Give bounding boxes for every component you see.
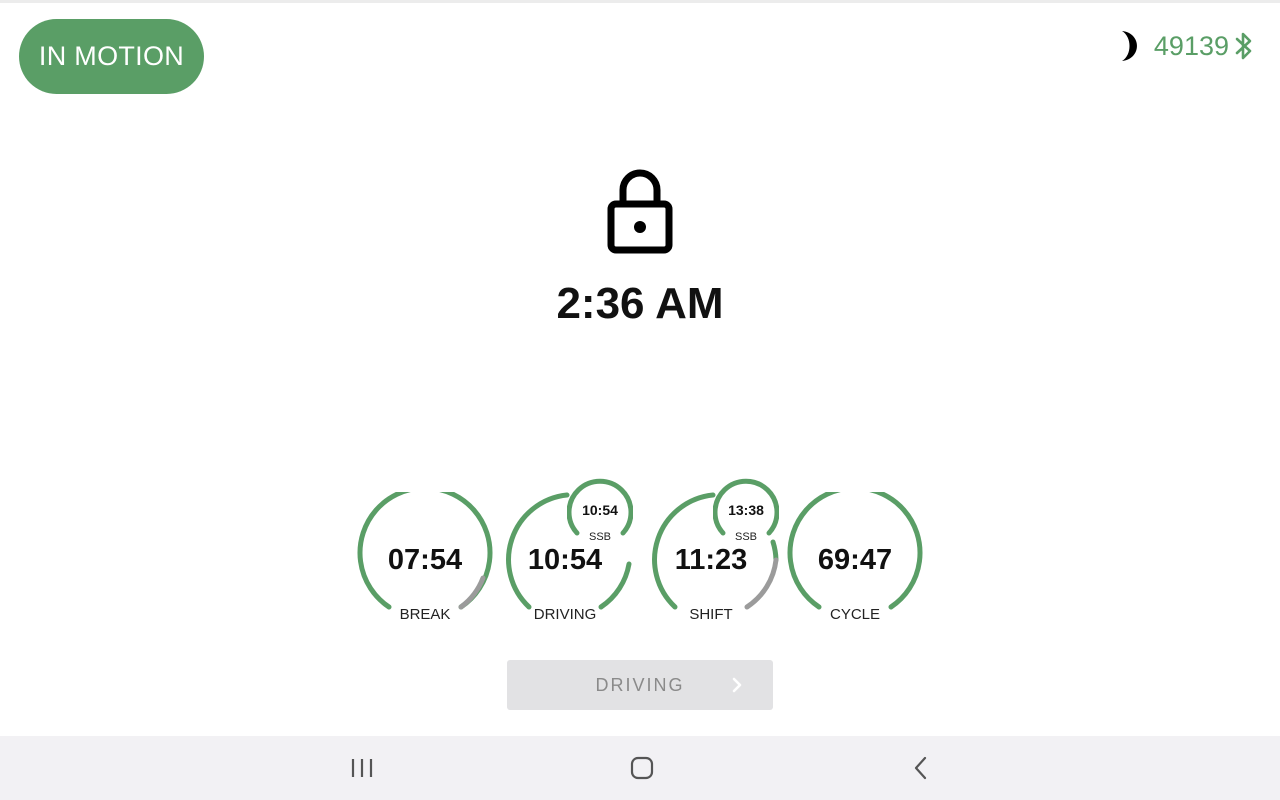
lock-time: 2:36 AM bbox=[556, 279, 724, 328]
home-icon bbox=[630, 756, 654, 780]
driving-ssb-gauge: 10:54 SSB bbox=[567, 477, 633, 543]
cycle-time: 69:47 bbox=[817, 544, 893, 576]
device-id: 49139 bbox=[1153, 31, 1229, 61]
cycle-label: CYCLE bbox=[829, 606, 881, 623]
duty-status-button[interactable]: DRIVING bbox=[507, 660, 773, 710]
in-motion-badge: IN MOTION bbox=[19, 19, 204, 94]
shift-ssb-label: SSB bbox=[734, 531, 757, 543]
lock-icon bbox=[607, 169, 673, 254]
break-label: BREAK bbox=[399, 606, 451, 623]
shift-ssb-gauge: 13:38 SSB bbox=[713, 477, 779, 543]
bluetooth-icon bbox=[1235, 32, 1252, 60]
recents-button[interactable] bbox=[342, 750, 382, 786]
shift-label: SHIFT bbox=[689, 606, 733, 623]
back-button[interactable] bbox=[901, 750, 941, 786]
system-nav-bar bbox=[0, 736, 1280, 800]
cycle-gauge: 69:47 CYCLE bbox=[787, 492, 923, 628]
moon-icon bbox=[1121, 31, 1137, 61]
duty-status-label: DRIVING bbox=[595, 674, 685, 695]
driving-ssb-label: SSB bbox=[588, 531, 611, 543]
home-button[interactable] bbox=[622, 750, 662, 786]
break-time: 07:54 bbox=[387, 544, 463, 576]
top-divider bbox=[0, 0, 1280, 3]
break-gauge: 07:54 BREAK bbox=[357, 492, 493, 628]
shift-ssb-time: 13:38 bbox=[728, 502, 764, 518]
driving-label: DRIVING bbox=[533, 606, 597, 623]
status-indicators: 49139 bbox=[1116, 28, 1254, 64]
shift-time: 11:23 bbox=[674, 544, 748, 576]
recents-icon bbox=[351, 759, 373, 777]
lock-screen: IN MOTION 49139 2:36 AM 07:54 BREAK 10:5… bbox=[0, 0, 1280, 800]
driving-time: 10:54 bbox=[527, 544, 603, 576]
driving-ssb-time: 10:54 bbox=[582, 502, 618, 518]
chevron-right-icon bbox=[732, 677, 742, 693]
back-icon bbox=[914, 756, 927, 780]
